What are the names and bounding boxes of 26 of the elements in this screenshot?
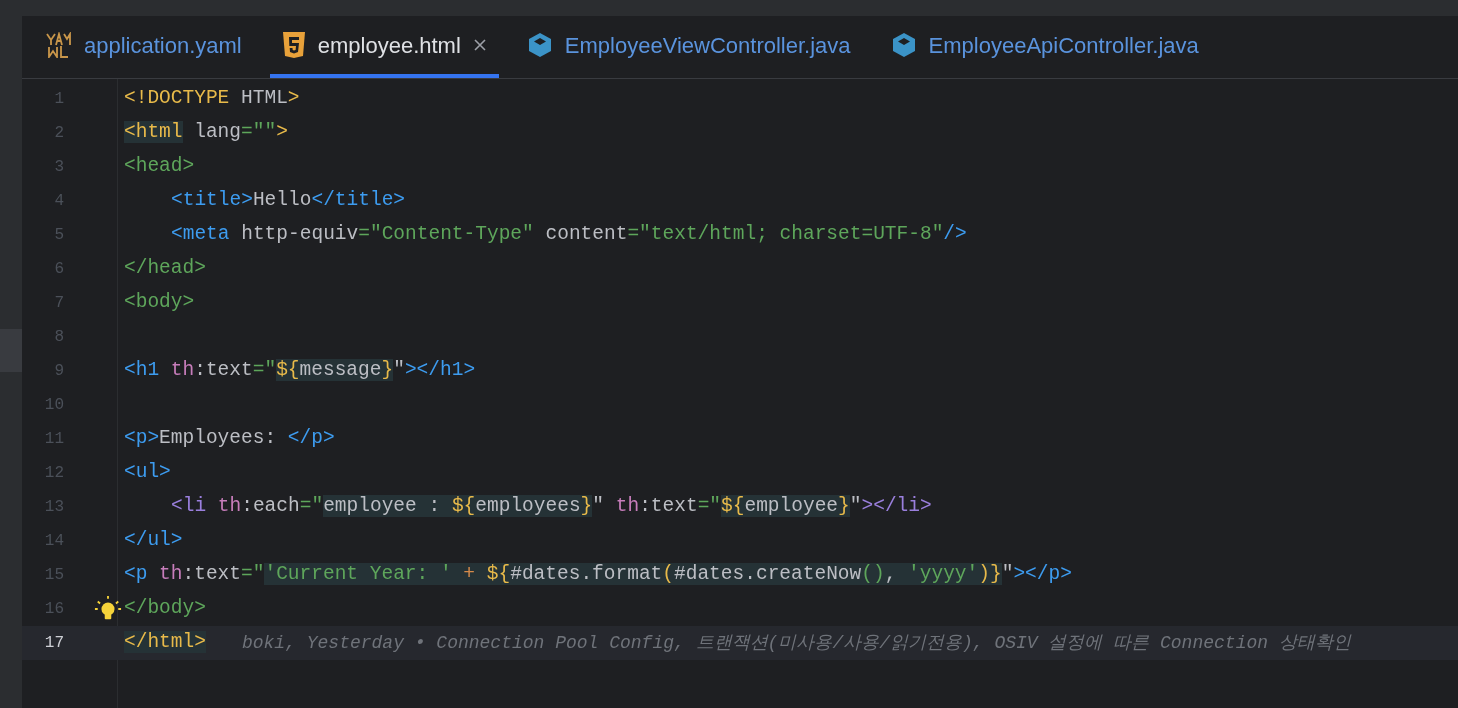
code-line: <!DOCTYPE HTML> (124, 86, 300, 112)
yaml-file-icon (46, 32, 72, 58)
code-line: <title>Hello</title> (171, 188, 406, 214)
code-line: <li th:each="employee : ${employees}" th:text="${employee}"></li> (171, 494, 932, 520)
code-line: <ul> (124, 460, 171, 486)
cube-icon (890, 32, 917, 58)
html5-shield-icon (281, 31, 306, 59)
code-line: <html lang=""> (124, 120, 288, 146)
editor-tab[interactable]: employee.html (269, 16, 499, 78)
gutter-marker (0, 329, 22, 372)
code-line: <meta http-equiv="Content-Type" content="text/html; charset=UTF-8"/> (171, 222, 967, 248)
code-line: <p th:text="'Current Year: ' + ${#dates.format(#dates.createNow(), 'yyyy')}"></p> (124, 562, 1072, 588)
cube-icon (526, 32, 553, 58)
code-line: <body> (124, 290, 195, 316)
editor-tab[interactable]: application.yaml (34, 16, 254, 78)
code-line: <head> (124, 154, 195, 180)
blame-annotation: boki, Yesterday • Connection Pool Config, 트랜잭션(미사용/사용/읽기전용), OSIV 설정에 따른 Connection 상태확인 (241, 631, 1351, 655)
close-icon[interactable] (472, 38, 487, 52)
editor-tab[interactable]: EmployeeViewController.java (514, 16, 863, 78)
code-line: </head> (124, 256, 206, 282)
line-number: 17 (43, 633, 65, 654)
code-line: <h1 th:text="${message}"></h1> (124, 358, 476, 384)
code-line: </body> (124, 596, 206, 622)
editor-tab[interactable]: EmployeeApiController.java (878, 16, 1211, 78)
code-line: <p>Employees: </p> (124, 426, 335, 452)
code-line: </ul> (124, 528, 183, 554)
